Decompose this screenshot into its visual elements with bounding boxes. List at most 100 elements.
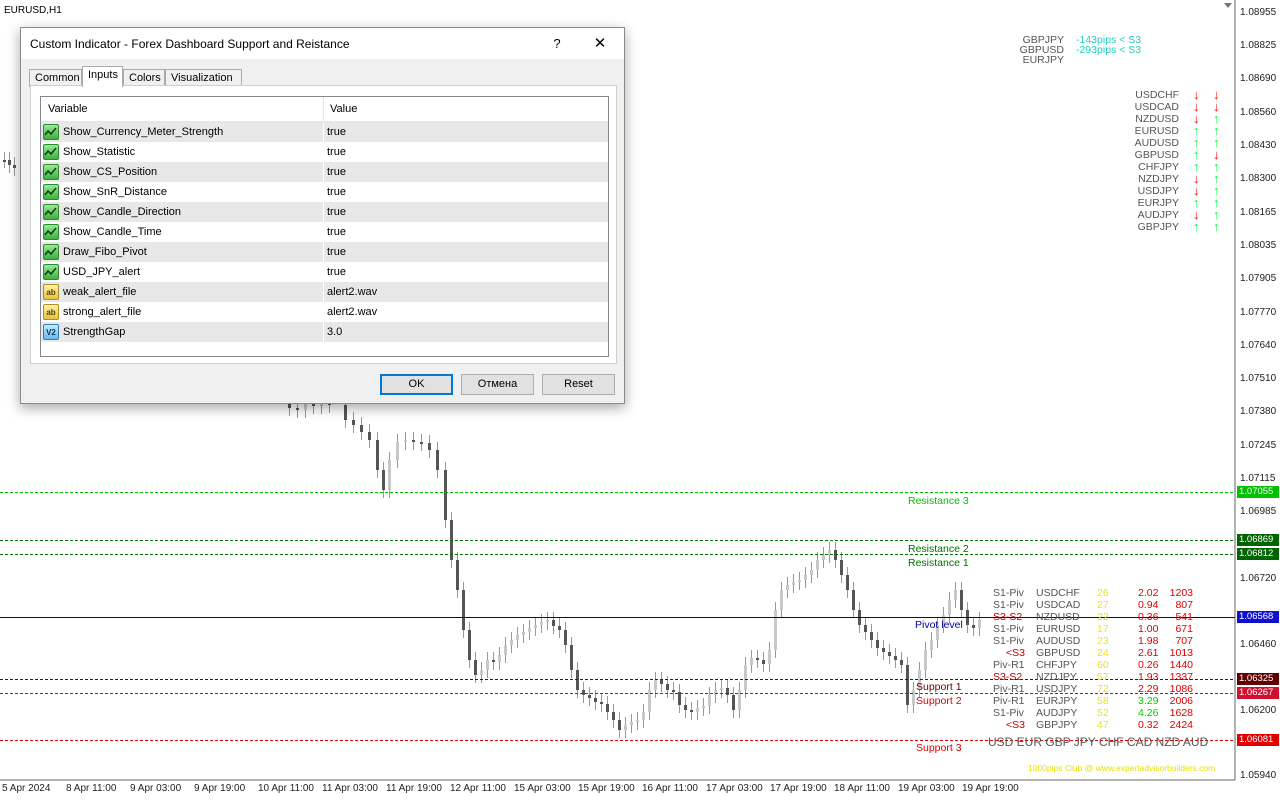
pips-cell: 1086 [1169,683,1193,695]
position-cell: Piv-R1 [993,659,1025,671]
price-tick: 1.08560 [1240,107,1277,118]
candle-body [456,560,459,590]
price-tick: 1.08690 [1240,73,1277,84]
position-cell: S1-Piv [993,707,1024,719]
candle-body [696,708,699,712]
symbol-cell: USDCHF [1036,587,1080,599]
candle-body [840,560,843,575]
candle-body [436,450,439,470]
param-name: USD_JPY_alert [63,266,141,278]
param-name: Show_Statistic [63,146,136,158]
strength-cell: 26 [1097,587,1109,599]
param-row[interactable]: ab strong_alert_file alert2.wav [41,302,608,322]
position-cell: Piv-R1 [993,695,1025,707]
param-row[interactable]: Show_Currency_Meter_Strength true [41,122,608,142]
candle-body [304,404,307,410]
candle-body [492,660,495,662]
candle-body [618,720,621,730]
param-row[interactable]: Show_Candle_Time true [41,222,608,242]
param-value[interactable]: true [327,266,346,278]
candle-body [756,658,759,660]
param-value[interactable]: true [327,206,346,218]
price-tick: 1.08825 [1240,40,1277,51]
candle-body [702,706,705,708]
price-tick: 1.07640 [1240,340,1277,351]
candle-body [768,650,771,664]
pips-cell: 1203 [1169,587,1193,599]
price-tick: 1.07510 [1240,373,1277,384]
symbol-cell: NZDJPY [1036,671,1077,683]
column-header-variable[interactable]: Variable [48,103,88,115]
param-row[interactable]: Show_CS_Position true [41,162,608,182]
close-button[interactable]: ✕ [583,32,617,56]
candle-body [900,660,903,665]
param-row[interactable]: V2 StrengthGap 3.0 [41,322,608,342]
param-row[interactable]: USD_JPY_alert true [41,262,608,282]
param-value[interactable]: true [327,246,346,258]
level-label: Resistance 3 [908,495,969,507]
param-row[interactable]: Show_Statistic true [41,142,608,162]
param-value[interactable]: true [327,226,346,238]
strength-cell: 57 [1097,671,1109,683]
candle-body [930,640,933,650]
position-cell: S1-Piv [993,623,1024,635]
reset-button[interactable]: Reset [542,374,615,395]
pips-cell: 541 [1175,611,1193,623]
date-tick: 9 Apr 19:00 [194,783,246,794]
pips-cell: 1628 [1169,707,1193,719]
candle-body [972,625,975,628]
strength-cell: 47 [1097,719,1109,731]
candle-body [540,622,543,625]
cancel-button[interactable]: Отмена [461,374,534,395]
param-name: Show_SnR_Distance [63,186,167,198]
strength-cell: 60 [1097,659,1109,671]
candle-body [864,625,867,632]
strength-cell: 52 [1097,707,1109,719]
candle-body [296,408,299,410]
param-value[interactable]: alert2.wav [327,286,377,298]
dialog-titlebar[interactable]: Custom Indicator - Forex Dashboard Suppo… [21,28,624,59]
candle-body [8,160,11,165]
ok-button[interactable]: OK [380,374,453,395]
position-cell: <S3 [1006,719,1025,731]
candle-body [774,610,777,650]
column-header-value[interactable]: Value [330,103,357,115]
param-value[interactable]: 3.0 [327,326,342,338]
candle-body [948,600,951,615]
param-value[interactable]: alert2.wav [327,306,377,318]
symbol-cell: CHFJPY [1036,659,1077,671]
candle-body [564,630,567,645]
candle-body [642,712,645,720]
close-icon: ✕ [593,35,607,52]
help-button[interactable]: ? [540,32,574,56]
param-row[interactable]: Show_SnR_Distance true [41,182,608,202]
distance-cell: 2.61 [1138,647,1159,659]
date-tick: 17 Apr 03:00 [706,783,763,794]
tab-inputs[interactable]: Inputs [82,66,123,87]
candle-body [594,698,597,702]
param-value[interactable]: true [327,166,346,178]
inputs-grid[interactable]: Variable Value Show_Currency_Meter_Stren… [40,96,609,357]
price-tick: 1.06200 [1240,705,1277,716]
level-price-tag: 1.06812 [1237,548,1279,560]
custom-indicator-dialog[interactable]: Custom Indicator - Forex Dashboard Suppo… [20,27,625,404]
arrow-up-icon: ↑ [1213,219,1220,234]
position-cell: S3-S2 [993,611,1023,623]
param-name: Draw_Fibo_Pivot [63,246,147,258]
candle-body [630,722,633,725]
param-row[interactable]: Draw_Fibo_Pivot true [41,242,608,262]
price-tick: 1.06985 [1240,506,1277,517]
param-value[interactable]: true [327,126,346,138]
distance-cell: 1.93 [1138,671,1159,683]
param-value[interactable]: true [327,146,346,158]
candle-body [750,658,753,665]
candle-body [666,684,669,690]
candle-body [876,640,879,648]
param-row[interactable]: ab weak_alert_file alert2.wav [41,282,608,302]
param-value[interactable]: true [327,186,346,198]
strength-cell: 17 [1097,623,1109,635]
param-row[interactable]: Show_Candle_Direction true [41,202,608,222]
candle-body [504,645,507,655]
strength-cell: 23 [1097,635,1109,647]
symbol-cell: GBPJPY [1036,719,1078,731]
